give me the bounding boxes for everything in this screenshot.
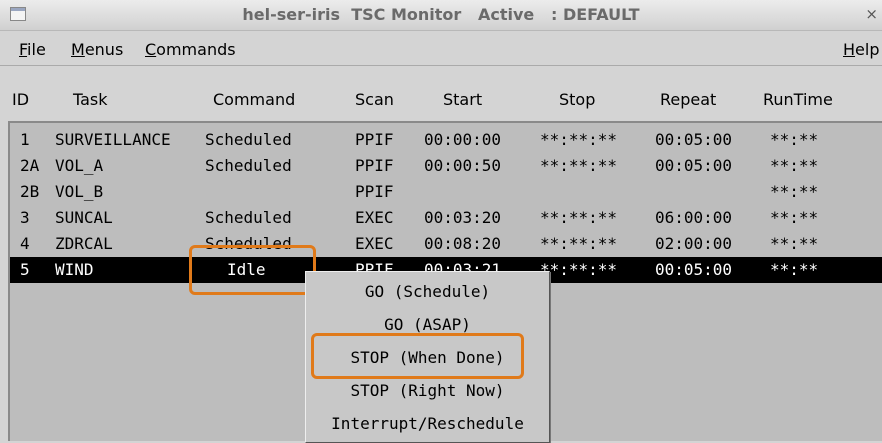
cell-command: Scheduled xyxy=(205,234,292,253)
title-bar: hel-ser-iris TSC Monitor Active : DEFAUL… xyxy=(0,0,882,31)
menu-file-label: ile xyxy=(27,40,46,59)
cell-task: VOL_B xyxy=(55,182,104,201)
cell-repeat: 00:05:00 xyxy=(655,156,733,175)
menu-menus[interactable]: Menus xyxy=(71,40,123,59)
cell-stop: **:**:** xyxy=(540,130,618,149)
menu-help[interactable]: Help xyxy=(843,40,879,59)
cell-task: SURVEILLANCE xyxy=(55,130,171,149)
col-header-stop: Stop xyxy=(559,90,596,109)
table-row[interactable]: 2B VOL_B PPIF **:** xyxy=(10,179,882,205)
col-header-start: Start xyxy=(443,90,483,109)
cell-scan: EXEC xyxy=(355,208,394,227)
menu-item-stop-right-now[interactable]: STOP (Right Now) xyxy=(306,375,549,407)
menu-menus-mnemonic: M xyxy=(71,40,85,59)
cell-repeat: 00:05:00 xyxy=(655,260,733,279)
cell-scan: EXEC xyxy=(355,234,394,253)
cell-stop: **:**:** xyxy=(540,234,618,253)
cell-task: WIND xyxy=(55,260,94,279)
cell-id: 2B xyxy=(20,182,40,201)
cell-start: 00:00:50 xyxy=(424,156,502,175)
window-title: hel-ser-iris TSC Monitor Active : DEFAUL… xyxy=(242,5,640,24)
col-header-repeat: Repeat xyxy=(660,90,717,109)
close-icon[interactable]: × xyxy=(865,5,878,23)
menu-help-mnemonic: H xyxy=(843,40,856,59)
menu-help-label: elp xyxy=(855,40,880,59)
cell-task: SUNCAL xyxy=(55,208,113,227)
table-row[interactable]: 2A VOL_A Scheduled PPIF 00:00:50 **:**:*… xyxy=(10,153,882,179)
table-row[interactable]: 4 ZDRCAL Scheduled EXEC 00:08:20 **:**:*… xyxy=(10,231,882,257)
menu-commands-label: ommands xyxy=(156,40,236,59)
menu-file[interactable]: File xyxy=(19,40,46,59)
cell-task: ZDRCAL xyxy=(55,234,113,253)
menu-item-go-schedule[interactable]: GO (Schedule) xyxy=(306,276,549,308)
cell-repeat: 06:00:00 xyxy=(655,208,733,227)
cell-id: 1 xyxy=(20,130,30,149)
cell-runtime: **:** xyxy=(770,156,819,175)
cell-repeat: 02:00:00 xyxy=(655,234,733,253)
cell-task: VOL_A xyxy=(55,156,104,175)
cell-start: 00:08:20 xyxy=(424,234,502,253)
cell-command: Scheduled xyxy=(205,130,292,149)
menu-item-stop-when-done[interactable]: STOP (When Done) xyxy=(306,342,549,374)
col-header-command: Command xyxy=(213,90,296,109)
col-header-id: ID xyxy=(12,90,30,109)
menu-file-mnemonic: F xyxy=(19,40,28,59)
cell-scan: PPIF xyxy=(355,182,394,201)
menu-commands[interactable]: Commands xyxy=(145,40,236,59)
cell-command: Idle xyxy=(227,260,266,279)
menu-item-go-asap[interactable]: GO (ASAP) xyxy=(306,309,549,341)
cell-id: 4 xyxy=(20,234,30,253)
cell-stop: **:**:** xyxy=(540,208,618,227)
menu-item-interrupt-reschedule[interactable]: Interrupt/Reschedule xyxy=(306,408,549,440)
cell-scan: PPIF xyxy=(355,130,394,149)
cell-id: 2A xyxy=(20,156,40,175)
col-header-runtime: RunTime xyxy=(763,90,833,109)
cell-runtime: **:** xyxy=(770,182,819,201)
cell-start: 00:00:00 xyxy=(424,130,502,149)
task-context-menu: GO (Schedule) GO (ASAP) STOP (When Done)… xyxy=(305,271,550,443)
column-header-row: ID Task Command Scan Start Stop Repeat R… xyxy=(0,90,882,116)
cell-runtime: **:** xyxy=(770,130,819,149)
col-header-scan: Scan xyxy=(355,90,394,109)
cell-id: 5 xyxy=(20,260,30,279)
menu-commands-mnemonic: C xyxy=(145,40,157,59)
cell-repeat: 00:05:00 xyxy=(655,130,733,149)
cell-runtime: **:** xyxy=(770,208,819,227)
menu-bar: File Menus Commands Help xyxy=(0,31,882,66)
cell-runtime: **:** xyxy=(770,260,819,279)
cell-stop: **:**:** xyxy=(540,260,618,279)
cell-start: 00:03:20 xyxy=(424,208,502,227)
cell-scan: PPIF xyxy=(355,156,394,175)
cell-stop: **:**:** xyxy=(540,156,618,175)
cell-runtime: **:** xyxy=(770,234,819,253)
cell-command: Scheduled xyxy=(205,156,292,175)
cell-id: 3 xyxy=(20,208,30,227)
table-row[interactable]: 3 SUNCAL Scheduled EXEC 00:03:20 **:**:*… xyxy=(10,205,882,231)
table-row[interactable]: 1 SURVEILLANCE Scheduled PPIF 00:00:00 *… xyxy=(10,127,882,153)
menu-menus-label: enus xyxy=(84,40,124,59)
col-header-task: Task xyxy=(73,90,108,109)
cell-command: Scheduled xyxy=(205,208,292,227)
